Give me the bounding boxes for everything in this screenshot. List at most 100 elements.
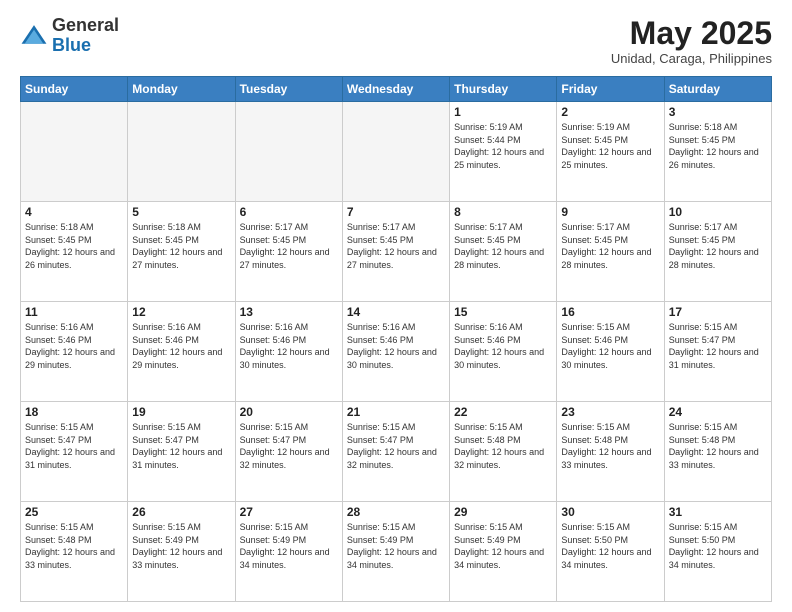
calendar-table: SundayMondayTuesdayWednesdayThursdayFrid… — [20, 76, 772, 602]
page: General Blue May 2025 Unidad, Caraga, Ph… — [0, 0, 792, 612]
day-info: Sunrise: 5:15 AMSunset: 5:50 PMDaylight:… — [669, 521, 767, 571]
day-number: 13 — [240, 305, 338, 319]
calendar-week-row: 25 Sunrise: 5:15 AMSunset: 5:48 PMDayligh… — [21, 502, 772, 602]
day-number: 27 — [240, 505, 338, 519]
calendar-cell: 14Sunrise: 5:16 AMSunset: 5:46 PMDayligh… — [342, 302, 449, 402]
logo-general-text: General — [52, 15, 119, 35]
day-info: Sunrise: 5:15 AMSunset: 5:47 PMDaylight:… — [347, 421, 445, 471]
day-header-sunday: Sunday — [21, 77, 128, 102]
day-info: Sunrise: 5:15 AMSunset: 5:48 PMDaylight:… — [25, 521, 123, 571]
day-number: 15 — [454, 305, 552, 319]
day-info: Sunrise: 5:17 AMSunset: 5:45 PMDaylight:… — [454, 221, 552, 271]
day-number: 18 — [25, 405, 123, 419]
day-info: Sunrise: 5:18 AMSunset: 5:45 PMDaylight:… — [25, 221, 123, 271]
calendar-cell: 17 Sunrise: 5:15 AMSunset: 5:47 PMDayligh… — [664, 302, 771, 402]
day-number: 30 — [561, 505, 659, 519]
day-number: 10 — [669, 205, 767, 219]
calendar-cell — [21, 102, 128, 202]
calendar-cell: 12 Sunrise: 5:16 AMSunset: 5:46 PMDayligh… — [128, 302, 235, 402]
day-number: 31 — [669, 505, 767, 519]
day-number: 26 — [132, 505, 230, 519]
day-info: Sunrise: 5:16 AMSunset: 5:46 PMDaylight:… — [240, 321, 338, 371]
day-number: 3 — [669, 105, 767, 119]
calendar-cell: 4 Sunrise: 5:18 AMSunset: 5:45 PMDaylight… — [21, 202, 128, 302]
day-number: 24 — [669, 405, 767, 419]
day-info: Sunrise: 5:16 AMSunset: 5:46 PMDaylight:… — [132, 321, 230, 371]
day-info: Sunrise: 5:15 AMSunset: 5:48 PMDaylight:… — [454, 421, 552, 471]
day-info: Sunrise: 5:15 AMSunset: 5:49 PMDaylight:… — [132, 521, 230, 571]
day-info: Sunrise: 5:16 AMSunset: 5:46 PMDaylight:… — [25, 321, 123, 371]
calendar-cell: 9 Sunrise: 5:17 AMSunset: 5:45 PMDaylight… — [557, 202, 664, 302]
calendar-cell — [128, 102, 235, 202]
day-info: Sunrise: 5:19 AMSunset: 5:45 PMDaylight:… — [561, 121, 659, 171]
title-block: May 2025 Unidad, Caraga, Philippines — [611, 16, 772, 66]
day-info: Sunrise: 5:15 AMSunset: 5:47 PMDaylight:… — [132, 421, 230, 471]
calendar-cell: 26 Sunrise: 5:15 AMSunset: 5:49 PMDayligh… — [128, 502, 235, 602]
location: Unidad, Caraga, Philippines — [611, 51, 772, 66]
calendar-cell: 1Sunrise: 5:19 AMSunset: 5:44 PMDaylight… — [450, 102, 557, 202]
calendar-cell: 13 Sunrise: 5:16 AMSunset: 5:46 PMDayligh… — [235, 302, 342, 402]
day-number: 16 — [561, 305, 659, 319]
day-info: Sunrise: 5:15 AMSunset: 5:48 PMDaylight:… — [669, 421, 767, 471]
calendar-cell: 28Sunrise: 5:15 AMSunset: 5:49 PMDayligh… — [342, 502, 449, 602]
day-info: Sunrise: 5:15 AMSunset: 5:46 PMDaylight:… — [561, 321, 659, 371]
calendar-cell: 15Sunrise: 5:16 AMSunset: 5:46 PMDayligh… — [450, 302, 557, 402]
day-number: 19 — [132, 405, 230, 419]
calendar-cell: 5Sunrise: 5:18 AMSunset: 5:45 PMDaylight… — [128, 202, 235, 302]
day-info: Sunrise: 5:15 AMSunset: 5:47 PMDaylight:… — [669, 321, 767, 371]
calendar-cell: 31 Sunrise: 5:15 AMSunset: 5:50 PMDayligh… — [664, 502, 771, 602]
calendar-cell: 18Sunrise: 5:15 AMSunset: 5:47 PMDayligh… — [21, 402, 128, 502]
month-title: May 2025 — [611, 16, 772, 51]
day-info: Sunrise: 5:17 AMSunset: 5:45 PMDaylight:… — [669, 221, 767, 271]
calendar-cell: 20 Sunrise: 5:15 AMSunset: 5:47 PMDayligh… — [235, 402, 342, 502]
day-header-wednesday: Wednesday — [342, 77, 449, 102]
calendar-cell — [342, 102, 449, 202]
day-info: Sunrise: 5:15 AMSunset: 5:48 PMDaylight:… — [561, 421, 659, 471]
day-info: Sunrise: 5:15 AMSunset: 5:49 PMDaylight:… — [240, 521, 338, 571]
calendar-cell: 22 Sunrise: 5:15 AMSunset: 5:48 PMDayligh… — [450, 402, 557, 502]
day-number: 22 — [454, 405, 552, 419]
day-number: 7 — [347, 205, 445, 219]
calendar-cell: 21 Sunrise: 5:15 AMSunset: 5:47 PMDayligh… — [342, 402, 449, 502]
day-number: 5 — [132, 205, 230, 219]
day-info: Sunrise: 5:17 AMSunset: 5:45 PMDaylight:… — [240, 221, 338, 271]
calendar-cell: 8Sunrise: 5:17 AMSunset: 5:45 PMDaylight… — [450, 202, 557, 302]
day-number: 21 — [347, 405, 445, 419]
day-number: 29 — [454, 505, 552, 519]
calendar-cell: 25 Sunrise: 5:15 AMSunset: 5:48 PMDayligh… — [21, 502, 128, 602]
day-info: Sunrise: 5:15 AMSunset: 5:49 PMDaylight:… — [347, 521, 445, 571]
day-number: 6 — [240, 205, 338, 219]
calendar-cell: 16 Sunrise: 5:15 AMSunset: 5:46 PMDayligh… — [557, 302, 664, 402]
day-number: 11 — [25, 305, 123, 319]
calendar-cell: 11 Sunrise: 5:16 AMSunset: 5:46 PMDayligh… — [21, 302, 128, 402]
calendar-cell: 29Sunrise: 5:15 AMSunset: 5:49 PMDayligh… — [450, 502, 557, 602]
day-info: Sunrise: 5:16 AMSunset: 5:46 PMDaylight:… — [347, 321, 445, 371]
day-header-thursday: Thursday — [450, 77, 557, 102]
day-number: 23 — [561, 405, 659, 419]
calendar-cell: 6 Sunrise: 5:17 AMSunset: 5:45 PMDaylight… — [235, 202, 342, 302]
calendar-week-row: 18 Sunrise: 5:15 AMSunset: 5:47 PMDayligh… — [21, 402, 772, 502]
calendar-cell: 19 Sunrise: 5:15 AMSunset: 5:47 PMDayligh… — [128, 402, 235, 502]
calendar-cell: 7Sunrise: 5:17 AMSunset: 5:45 PMDaylight… — [342, 202, 449, 302]
calendar-week-row: 1Sunrise: 5:19 AMSunset: 5:44 PMDaylight… — [21, 102, 772, 202]
calendar-cell — [235, 102, 342, 202]
calendar-cell: 24 Sunrise: 5:15 AMSunset: 5:48 PMDayligh… — [664, 402, 771, 502]
day-info: Sunrise: 5:18 AMSunset: 5:45 PMDaylight:… — [669, 121, 767, 171]
day-number: 9 — [561, 205, 659, 219]
header: General Blue May 2025 Unidad, Caraga, Ph… — [20, 16, 772, 66]
day-header-saturday: Saturday — [664, 77, 771, 102]
day-number: 12 — [132, 305, 230, 319]
calendar-week-row: 4 Sunrise: 5:18 AMSunset: 5:45 PMDaylight… — [21, 202, 772, 302]
day-number: 17 — [669, 305, 767, 319]
day-number: 4 — [25, 205, 123, 219]
day-number: 20 — [240, 405, 338, 419]
calendar-cell: 10 Sunrise: 5:17 AMSunset: 5:45 PMDayligh… — [664, 202, 771, 302]
day-header-tuesday: Tuesday — [235, 77, 342, 102]
logo-icon — [20, 22, 48, 50]
logo-blue-text: Blue — [52, 35, 91, 55]
day-header-monday: Monday — [128, 77, 235, 102]
day-number: 25 — [25, 505, 123, 519]
day-info: Sunrise: 5:15 AMSunset: 5:47 PMDaylight:… — [240, 421, 338, 471]
day-info: Sunrise: 5:17 AMSunset: 5:45 PMDaylight:… — [561, 221, 659, 271]
day-header-friday: Friday — [557, 77, 664, 102]
